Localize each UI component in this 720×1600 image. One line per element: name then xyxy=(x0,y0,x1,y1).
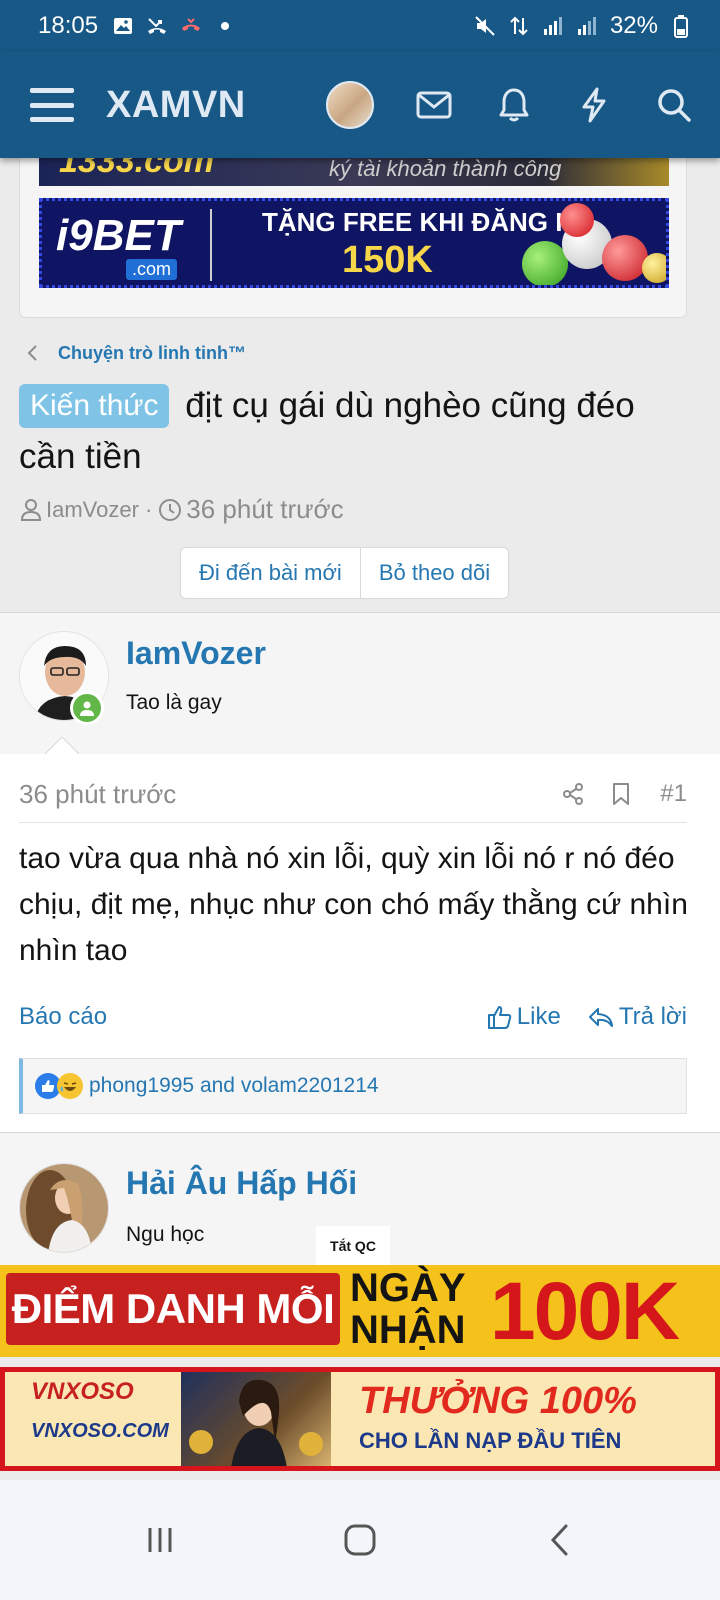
missed-call-icon xyxy=(146,15,168,37)
ad1-middle-text: NGÀY NHẬN xyxy=(350,1266,466,1352)
battery-percent: 32% xyxy=(609,12,658,39)
ad1-amount: 100K xyxy=(490,1266,680,1357)
report-link[interactable]: Báo cáo xyxy=(19,1003,107,1031)
signal-icon xyxy=(576,15,598,37)
ad-banner-vnxoso[interactable]: VNXOSO VNXOSO.COM THƯỞNG 100% CHO LẦN NẠ… xyxy=(0,1367,720,1471)
lottery-ball xyxy=(560,203,594,237)
battery-icon xyxy=(670,15,692,38)
account-avatar[interactable] xyxy=(326,81,374,129)
menu-icon[interactable] xyxy=(30,88,74,122)
post-username[interactable]: Hải Âu Hấp Hối xyxy=(126,1165,357,1202)
post-body: 36 phút trước #1 tao vừa qua nhà nó xin … xyxy=(0,754,720,1132)
user-avatar[interactable] xyxy=(19,1163,109,1253)
reactions-bar[interactable]: phong1995 and volam2201214 xyxy=(19,1058,687,1114)
bolt-icon[interactable] xyxy=(574,85,614,125)
banner-headline: TẶNG FREE KHI ĐĂNG KÝ xyxy=(262,207,592,237)
unwatch-button[interactable]: Bỏ theo dõi xyxy=(359,548,509,598)
clock-icon xyxy=(159,498,182,521)
status-time: 18:05 xyxy=(38,12,99,39)
post-time[interactable]: 36 phút trước xyxy=(19,779,176,810)
site-logo[interactable]: XAMVN xyxy=(106,84,246,127)
reply-button[interactable]: Trả lời xyxy=(587,1003,687,1031)
user-title: Tao là gay xyxy=(126,691,222,714)
mute-icon xyxy=(474,15,496,37)
close-ads-button[interactable]: Tắt QC xyxy=(316,1226,390,1266)
ad2-headline: THƯỞNG 100% xyxy=(359,1380,637,1422)
image-icon xyxy=(112,15,134,37)
home-icon[interactable] xyxy=(330,1510,390,1570)
thread-prefix-badge[interactable]: Kiến thức xyxy=(19,384,170,428)
call-end-icon xyxy=(180,15,202,37)
vnxoso-logo: VNXOSO VNXOSO.COM xyxy=(31,1378,169,1442)
data-icon xyxy=(508,15,530,37)
post-user-block: IamVozer Tao là gay xyxy=(0,613,720,755)
mail-icon[interactable] xyxy=(414,85,454,125)
coin xyxy=(642,253,666,283)
back-icon[interactable] xyxy=(530,1510,590,1570)
online-status-icon xyxy=(70,691,104,725)
thumbs-up-icon xyxy=(487,1006,512,1029)
reactions-users[interactable]: phong1995 and volam2201214 xyxy=(89,1074,379,1098)
go-to-new-posts-button[interactable]: Đi đến bài mới xyxy=(181,548,360,598)
app-header: XAMVN xyxy=(0,52,720,158)
breadcrumb-label[interactable]: Chuyện trò linh tinh™ xyxy=(58,343,246,364)
post-content: tao vừa qua nhà nó xin lỗi, quỳ xin lỗi … xyxy=(19,842,688,967)
dot-icon xyxy=(214,15,236,37)
lottery-ball xyxy=(602,235,648,281)
i9bet-logo: i9BET .com xyxy=(56,211,181,280)
share-icon[interactable] xyxy=(560,781,586,807)
bookmark-icon[interactable] xyxy=(608,781,634,807)
status-bar: 18:05 32% xyxy=(0,0,720,52)
system-nav-bar xyxy=(0,1480,720,1600)
recent-apps-icon[interactable] xyxy=(130,1510,190,1570)
user-icon xyxy=(20,498,42,521)
thread-meta: IamVozer · 36 phút trước xyxy=(20,494,344,525)
banner-partial-text: ký tài khoản thành công xyxy=(329,156,562,181)
search-icon[interactable] xyxy=(654,85,694,125)
like-button[interactable]: Like xyxy=(485,1003,561,1031)
like-label: Like xyxy=(516,1003,561,1030)
post-username[interactable]: IamVozer xyxy=(126,635,266,672)
ad-banner-i9bet[interactable]: i9BET .com TẶNG FREE KHI ĐĂNG KÝ 150K xyxy=(39,198,669,288)
user-title: Ngu học xyxy=(126,1223,205,1246)
signal-icon xyxy=(542,15,564,37)
thread-time[interactable]: 36 phút trước xyxy=(186,494,343,525)
thread-title: Kiến thức địt cụ gái dù nghèo cũng đéo c… xyxy=(19,380,699,482)
reply-label: Trả lời xyxy=(618,1003,687,1030)
chevron-left-icon xyxy=(27,345,37,361)
pointer-arrow xyxy=(44,737,80,755)
ad2-subline: CHO LẦN NẠP ĐẦU TIÊN xyxy=(359,1428,622,1453)
breadcrumb[interactable]: Chuyện trò linh tinh™ xyxy=(22,340,246,366)
haha-reaction-icon xyxy=(57,1073,83,1099)
post-number[interactable]: #1 xyxy=(660,780,687,808)
thread-author[interactable]: IamVozer xyxy=(46,497,139,523)
banner-amount: 150K xyxy=(342,239,433,281)
thread-button-group: Đi đến bài mới Bỏ theo dõi xyxy=(180,547,510,599)
ad1-left-text: ĐIỂM DANH MỖI xyxy=(6,1273,340,1345)
ad2-image xyxy=(181,1372,331,1466)
meta-separator: · xyxy=(144,496,153,522)
ad-banner-diem-danh[interactable]: ĐIỂM DANH MỖI NGÀY NHẬN 100K xyxy=(0,1265,720,1357)
reply-icon xyxy=(588,1008,613,1027)
lottery-ball xyxy=(522,241,568,285)
bell-icon[interactable] xyxy=(494,85,534,125)
